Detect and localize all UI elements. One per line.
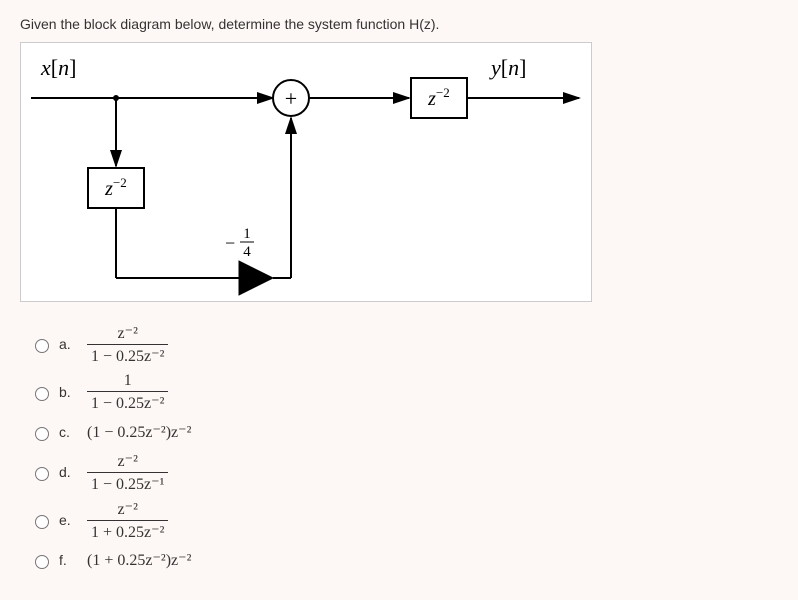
option-e-formula: z⁻² 1 + 0.25z⁻²: [87, 499, 168, 542]
option-letter: c.: [59, 424, 79, 440]
option-f-formula: (1 + 0.25z⁻²)z⁻²: [87, 550, 191, 570]
option-a[interactable]: a. z⁻² 1 − 0.25z⁻²: [30, 322, 778, 366]
svg-text:4: 4: [243, 244, 251, 260]
input-label: x[n]: [40, 55, 76, 80]
question-text: Given the block diagram below, determine…: [20, 16, 778, 32]
option-d[interactable]: d. z⁻² 1 − 0.25z⁻¹: [30, 450, 778, 494]
block-diagram: x[n] + z−2 y[n] z−2 − 1 4: [20, 42, 592, 302]
option-f[interactable]: f. (1 + 0.25z⁻²)z⁻²: [30, 546, 778, 574]
option-letter: b.: [59, 384, 79, 400]
answer-options: a. z⁻² 1 − 0.25z⁻² b. 1 1 − 0.25z⁻² c. (…: [30, 322, 778, 574]
gain-label: − 1 4: [225, 226, 254, 260]
svg-text:−: −: [225, 233, 235, 253]
gain-triangle-icon: [239, 261, 273, 295]
option-b[interactable]: b. 1 1 − 0.25z⁻²: [30, 370, 778, 414]
option-a-formula: z⁻² 1 − 0.25z⁻²: [87, 323, 168, 366]
option-letter: f.: [59, 552, 79, 568]
option-letter: e.: [59, 512, 79, 528]
option-b-formula: 1 1 − 0.25z⁻²: [87, 372, 168, 413]
radio-c[interactable]: [35, 427, 49, 441]
radio-d[interactable]: [35, 467, 49, 481]
svg-text:1: 1: [243, 226, 251, 242]
option-e[interactable]: e. z⁻² 1 + 0.25z⁻²: [30, 498, 778, 542]
radio-e[interactable]: [35, 515, 49, 529]
option-c[interactable]: c. (1 − 0.25z⁻²)z⁻²: [30, 418, 778, 446]
radio-b[interactable]: [35, 387, 49, 401]
radio-f[interactable]: [35, 555, 49, 569]
output-label: y[n]: [489, 55, 526, 80]
option-letter: d.: [59, 464, 79, 480]
option-d-formula: z⁻² 1 − 0.25z⁻¹: [87, 451, 168, 494]
option-c-formula: (1 − 0.25z⁻²)z⁻²: [87, 422, 191, 442]
radio-a[interactable]: [35, 339, 49, 353]
option-letter: a.: [59, 336, 79, 352]
sum-plus-icon: +: [285, 86, 297, 111]
